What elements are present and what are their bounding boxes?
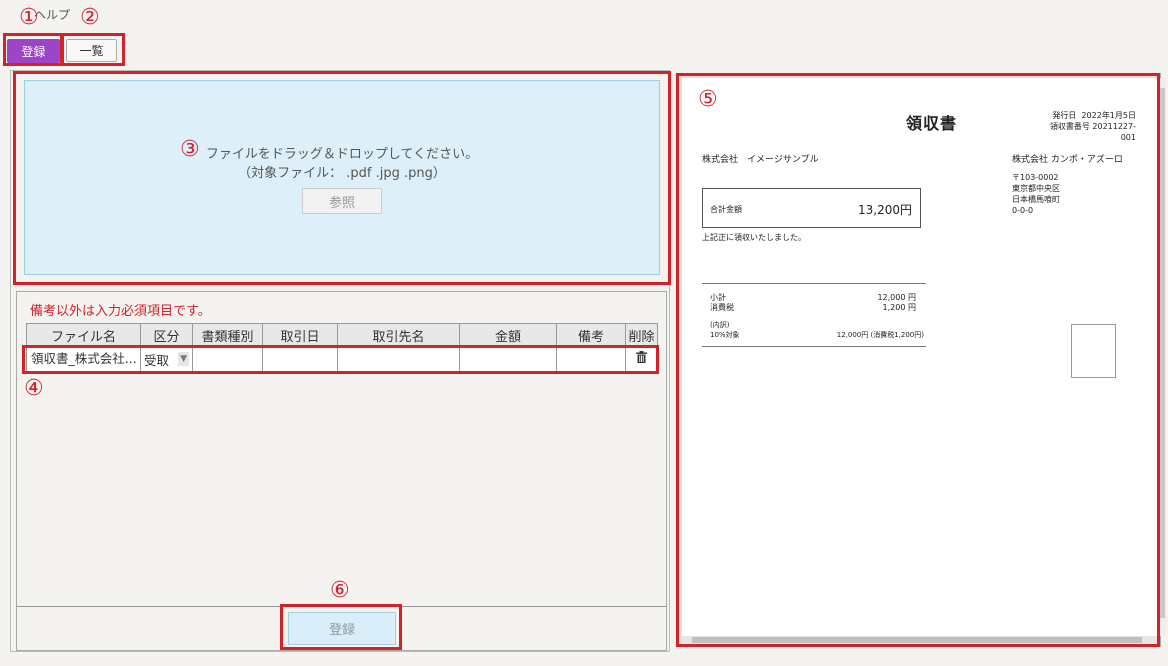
amount-input[interactable] xyxy=(460,347,556,371)
column-header: 削除 xyxy=(625,323,658,347)
divider xyxy=(702,283,926,284)
vertical-scrollbar[interactable] xyxy=(1158,78,1166,636)
partner-name-input[interactable] xyxy=(338,347,459,371)
trash-icon xyxy=(636,351,647,363)
filename-value: 領収書_株式会社... xyxy=(27,347,140,371)
receipt-no-label: 領収書番号 xyxy=(1049,122,1090,131)
issue-date: 2022年1月5日 xyxy=(1081,111,1136,120)
tab-list[interactable]: 一覧 xyxy=(66,39,117,62)
callout-number-5: ⑤ xyxy=(698,87,718,112)
filename-cell: 領収書_株式会社... xyxy=(26,346,141,372)
total-value: 13,200円 xyxy=(858,203,912,217)
callout-number-4: ④ xyxy=(24,376,44,401)
divider xyxy=(702,346,926,347)
transaction-date-input[interactable] xyxy=(263,347,337,371)
document-table: ファイル名 区分 書類種別 取引日 取引先名 金額 備考 削除 領収書_株式会社… xyxy=(26,323,658,372)
drop-file-types: （対象ファイル： .pdf .jpg .png） xyxy=(238,166,446,181)
footer-divider xyxy=(17,606,667,607)
column-header: 備考 xyxy=(556,323,626,347)
receipt-meta: 発行日 2022年1月5日 領収書番号 20211227-001 xyxy=(1040,110,1136,143)
document-type-input[interactable] xyxy=(193,347,262,371)
postal-code: 〒103-0002 xyxy=(1012,173,1059,182)
issue-date-label: 発行日 xyxy=(1052,111,1077,120)
address-line: 東京都中央区 xyxy=(1012,184,1060,193)
column-header: 書類種別 xyxy=(192,323,263,347)
receipt-title: 領収書 xyxy=(906,114,958,133)
category-select[interactable]: 受取 ▼ xyxy=(140,346,193,372)
category-value: 受取 xyxy=(144,352,170,368)
callout-number-1: ① xyxy=(19,5,39,30)
chevron-down-icon[interactable]: ▼ xyxy=(178,352,189,366)
horizontal-scrollbar[interactable] xyxy=(682,636,1158,644)
callout-number-3: ③ xyxy=(180,137,200,162)
drop-message: ファイルをドラッグ＆ドロップしてください。 xyxy=(205,147,479,162)
address-line: 日本橋馬喰町 xyxy=(1012,195,1060,204)
table-row: 領収書_株式会社... 受取 ▼ xyxy=(26,346,658,372)
callout-number-6: ⑥ xyxy=(330,578,350,603)
tab-register[interactable]: 登録 xyxy=(7,39,60,63)
tax-label: 消費税 xyxy=(710,303,734,312)
browse-button[interactable]: 参照 xyxy=(302,188,382,214)
help-menu[interactable]: ヘルプ xyxy=(34,6,70,23)
submit-register-button[interactable]: 登録 xyxy=(288,612,396,645)
column-header: 取引先名 xyxy=(337,323,460,347)
tax-value: 1,200 円 xyxy=(882,303,916,312)
issuer-name: 株式会社 カンポ・アズーロ xyxy=(1012,155,1123,165)
tab-bar xyxy=(0,30,1168,64)
issuer-address: 〒103-0002 東京都中央区 日本橋馬喰町 0-0-0 xyxy=(1012,172,1060,216)
delete-button[interactable] xyxy=(625,346,658,372)
receipt-no: 20211227-001 xyxy=(1092,122,1136,142)
callout-number-2: ② xyxy=(80,5,100,30)
column-header: ファイル名 xyxy=(26,323,141,347)
note-input[interactable] xyxy=(557,347,625,371)
tax-rate-value: 12,000円 (消費税1,200円) xyxy=(836,331,924,339)
required-note: 備考以外は入力必須項目です。 xyxy=(30,304,211,319)
column-header: 取引日 xyxy=(262,323,338,347)
column-header: 区分 xyxy=(140,323,193,347)
stamp-box xyxy=(1071,324,1116,378)
received-note: 上記正に領収いたしました。 xyxy=(702,233,806,242)
address-line: 0-0-0 xyxy=(1012,206,1034,215)
total-label: 合計金額 xyxy=(710,205,742,214)
column-header: 金額 xyxy=(459,323,557,347)
recipient-name: 株式会社 イメージサンプル xyxy=(702,155,819,165)
tax-rate-label: 10%対象 xyxy=(710,331,740,339)
